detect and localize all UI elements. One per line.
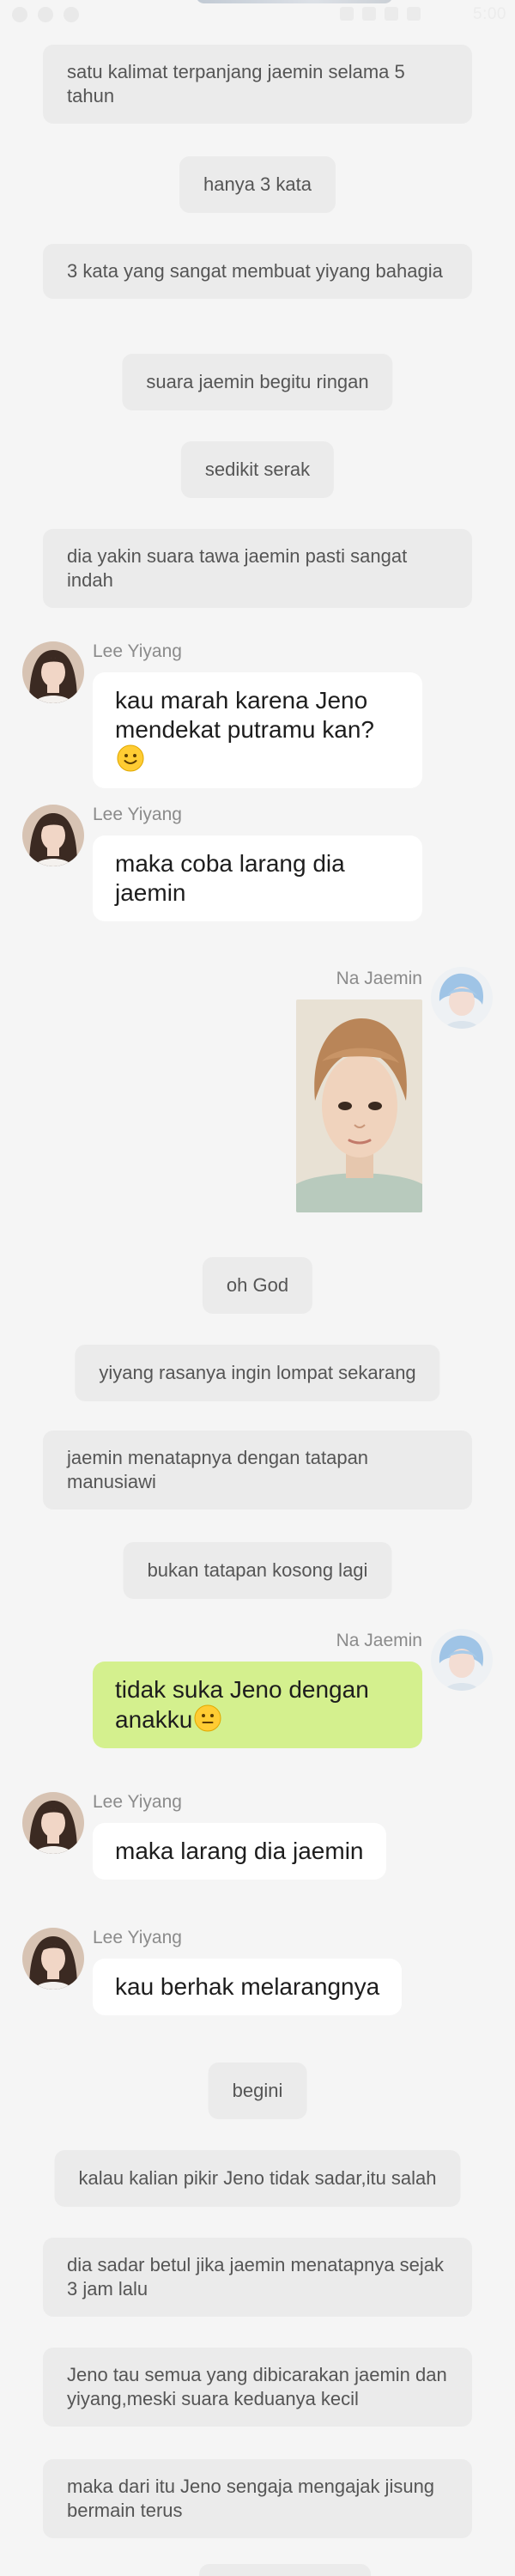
narration-box: kalau kalian pikir Jeno tidak sadar,itu … <box>54 2150 461 2207</box>
message-bubble[interactable]: maka coba larang dia jaemin <box>93 835 422 921</box>
avatar-lee-yiyang[interactable] <box>22 1928 84 1990</box>
message-bubble[interactable]: kau berhak melarangnya <box>93 1959 403 2015</box>
narration-box: hanya 3 kata <box>179 156 336 213</box>
sender-name: Lee Yiyang <box>93 1792 182 1812</box>
narration-box: 3 kata yang sangat membuat yiyang bahagi… <box>43 244 472 299</box>
photo-message[interactable] <box>296 999 422 1212</box>
sender-name: Lee Yiyang <box>93 1928 182 1947</box>
wifi-icon <box>385 7 398 21</box>
avatar-na-jaemin[interactable] <box>431 967 493 1029</box>
narration-box: Jeno tau semua yang dibicarakan jaemin d… <box>43 2348 472 2427</box>
signal-icon <box>407 7 421 21</box>
floating-preview-thumbnail[interactable] <box>196 0 393 3</box>
alarm-icon <box>340 7 354 21</box>
narration-box: sedikit serak <box>180 441 335 498</box>
narration-box: satu kalimat terpanjang jaemin selama 5 … <box>43 45 472 124</box>
neutral-face-icon <box>194 1704 221 1732</box>
chat-message-incoming: Lee Yiyang kau berhak melarangnya <box>0 1926 515 2020</box>
status-time: 5:00 <box>473 5 506 23</box>
chat-message-incoming: Lee Yiyang kau marah karena Jeno mendeka… <box>0 640 515 788</box>
notification-icon <box>12 7 27 22</box>
status-icons-left <box>12 7 79 22</box>
narration-box: bukan tatapan kosong lagi <box>123 1542 392 1599</box>
narration-box: dia sadar betul jika jaemin menatapnya s… <box>43 2238 472 2317</box>
chat-message-outgoing: Na Jaemin <box>0 963 515 1212</box>
sender-name: Na Jaemin <box>336 1631 422 1650</box>
narration-box: jaemin menatapnya dengan tatapan manusia… <box>43 1431 472 1510</box>
narration-box: begini <box>208 2063 307 2119</box>
narration-box: oh God <box>202 1257 313 1314</box>
sender-name: Lee Yiyang <box>93 805 182 824</box>
send-icon <box>38 7 53 22</box>
slightly-smiling-face-icon <box>117 744 144 772</box>
narration-box: maka dari itu Jeno sengaja mengajak jisu… <box>43 2459 472 2538</box>
message-text: kau marah karena Jeno mendekat putramu k… <box>115 687 374 743</box>
message-text: tidak suka Jeno dengan anakku <box>115 1676 369 1733</box>
avatar-lee-yiyang[interactable] <box>22 641 84 703</box>
avatar-lee-yiyang[interactable] <box>22 1792 84 1854</box>
status-bar: 5:00 <box>0 0 515 34</box>
avatar-na-jaemin[interactable] <box>431 1629 493 1691</box>
narration-box-partial <box>199 2564 371 2576</box>
chat-screen: 5:00 satu kalimat terpanjang jaemin sela… <box>0 0 515 2576</box>
avatar-lee-yiyang[interactable] <box>22 805 84 866</box>
message-bubble[interactable]: kau marah karena Jeno mendekat putramu k… <box>93 672 422 788</box>
narration-box: yiyang rasanya ingin lompat sekarang <box>75 1345 440 1401</box>
sender-name: Na Jaemin <box>336 969 422 988</box>
status-icons-right <box>340 7 421 21</box>
chat-message-incoming: Lee Yiyang maka larang dia jaemin <box>0 1790 515 1885</box>
portrait-photo <box>296 999 422 1212</box>
mute-icon <box>362 7 376 21</box>
message-bubble[interactable]: tidak suka Jeno dengan anakku <box>93 1662 422 1748</box>
narration-box: suara jaemin begitu ringan <box>122 354 393 410</box>
sender-name: Lee Yiyang <box>93 641 182 661</box>
chat-message-outgoing: Na Jaemin tidak suka Jeno dengan anakku <box>0 1627 515 1756</box>
message-bubble[interactable]: maka larang dia jaemin <box>93 1823 386 1880</box>
image-icon <box>64 7 79 22</box>
chat-message-incoming: Lee Yiyang maka coba larang dia jaemin <box>0 803 515 932</box>
narration-box: dia yakin suara tawa jaemin pasti sangat… <box>43 529 472 608</box>
